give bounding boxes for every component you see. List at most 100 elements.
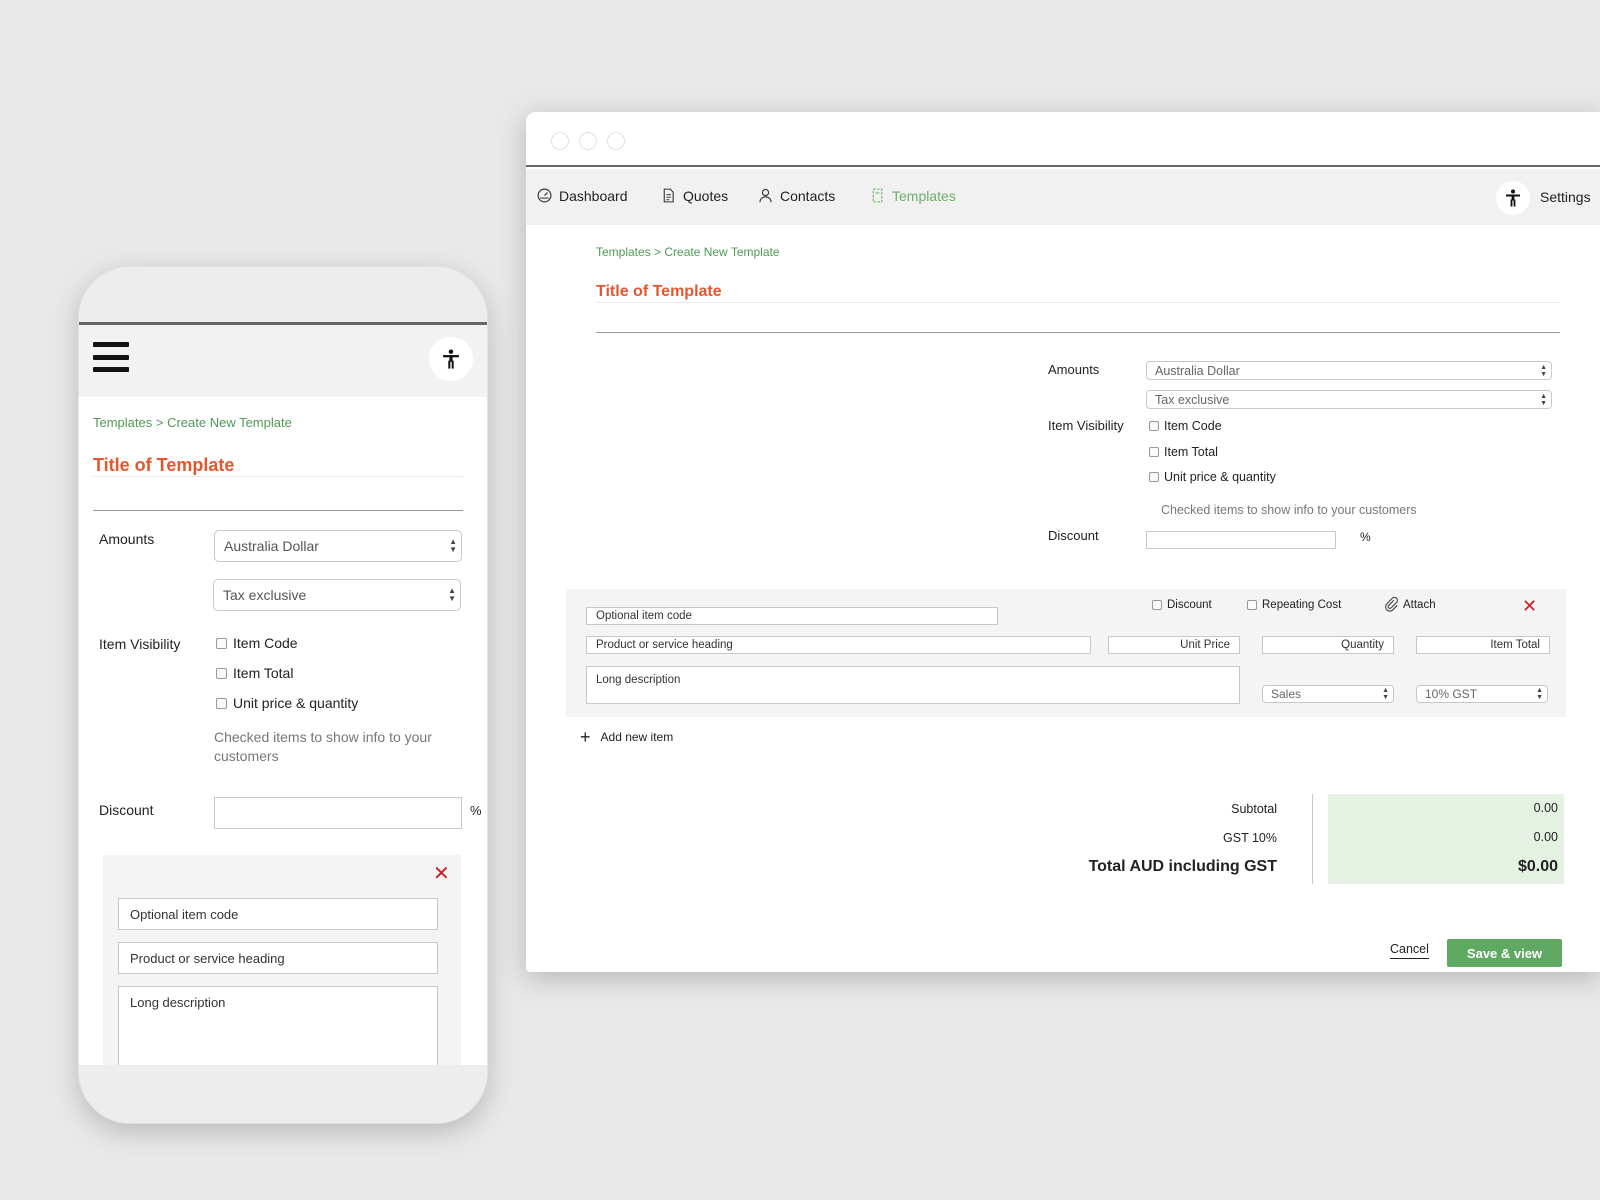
mobile-item-total-label: Item Total: [233, 665, 294, 681]
nav-templates[interactable]: Templates: [869, 187, 956, 204]
mobile-unit-price-quantity-checkbox[interactable]: [216, 697, 227, 709]
account-select[interactable]: Sales ▲ ▼: [1262, 685, 1394, 703]
item-total-label: Item Total: [1164, 445, 1218, 459]
nav-settings[interactable]: Settings: [1540, 189, 1591, 205]
remove-item-icon[interactable]: ✕: [1522, 596, 1537, 617]
unit-price-quantity-label: Unit price & quantity: [1164, 470, 1276, 484]
mobile-line-item-panel: ✕ Optional item code Product or service …: [103, 855, 461, 1065]
currency-select[interactable]: Australia Dollar ▲ ▼: [1146, 361, 1552, 380]
subtotal-label: Subtotal: [1231, 802, 1277, 816]
unit-price-placeholder: Unit Price: [1180, 639, 1230, 651]
tax-rate-value: 10% GST: [1425, 687, 1478, 701]
quantity-input[interactable]: Quantity: [1262, 636, 1394, 654]
plus-icon: +: [580, 727, 591, 747]
add-new-item-label: Add new item: [600, 730, 674, 744]
select-arrows-icon: ▲ ▼: [1540, 392, 1547, 407]
item-visibility-label: Item Visibility: [1048, 418, 1124, 433]
mobile-amounts-label: Amounts: [99, 531, 155, 547]
tax-mode-value: Tax exclusive: [1155, 392, 1230, 407]
mobile-discount-input[interactable]: [214, 797, 462, 829]
mobile-item-description-input[interactable]: Long description: [118, 986, 438, 1065]
item-code-checkbox[interactable]: [1149, 421, 1159, 431]
subtotal-value: 0.00: [1533, 801, 1558, 815]
mobile-item-description-placeholder: Long description: [130, 995, 226, 1010]
window-close-dot[interactable]: [551, 132, 569, 150]
mobile-screen: Templates > Create New Template Title of…: [79, 322, 487, 1065]
attach-label: Attach: [1403, 598, 1436, 611]
mobile-visibility-item-total[interactable]: Item Total: [216, 665, 293, 681]
accessibility-icon: [1506, 189, 1520, 207]
add-new-item-button[interactable]: + Add new item: [580, 727, 674, 747]
nav-contacts[interactable]: Contacts: [757, 187, 835, 204]
accessibility-button[interactable]: [1496, 181, 1530, 215]
mobile-visibility-item-code[interactable]: Item Code: [216, 635, 298, 651]
unit-price-input[interactable]: Unit Price: [1108, 636, 1240, 654]
nav-quotes[interactable]: Quotes: [660, 187, 728, 204]
window-maximize-dot[interactable]: [607, 132, 625, 150]
visibility-unit-price-quantity[interactable]: Unit price & quantity: [1149, 470, 1276, 484]
mobile-item-code-input[interactable]: Optional item code: [118, 898, 438, 930]
item-description-input[interactable]: Long description: [586, 666, 1240, 704]
mobile-accessibility-button[interactable]: [429, 337, 473, 381]
mobile-item-code-placeholder: Optional item code: [130, 906, 239, 922]
attach-button[interactable]: Attach: [1384, 597, 1436, 612]
cancel-button[interactable]: Cancel: [1390, 942, 1429, 959]
nav-contacts-label: Contacts: [780, 187, 836, 204]
visibility-item-code[interactable]: Item Code: [1149, 419, 1222, 433]
item-discount-option[interactable]: Discount: [1152, 599, 1212, 611]
tax-mode-select[interactable]: Tax exclusive ▲ ▼: [1146, 390, 1552, 409]
item-discount-checkbox[interactable]: [1152, 600, 1162, 610]
breadcrumb[interactable]: Templates > Create New Template: [596, 245, 780, 259]
item-code-input[interactable]: Optional item code: [586, 607, 998, 625]
unit-price-quantity-checkbox[interactable]: [1149, 472, 1159, 482]
save-and-view-button[interactable]: Save & view: [1447, 939, 1562, 967]
hamburger-menu-icon[interactable]: [93, 342, 129, 372]
item-description-placeholder: Long description: [596, 674, 681, 686]
mobile-visibility-hint: Checked items to show info to your custo…: [214, 729, 432, 764]
template-icon: [872, 188, 883, 203]
select-arrows-icon: ▲ ▼: [1382, 687, 1389, 701]
nav-quotes-label: Quotes: [683, 187, 729, 204]
select-arrows-icon: ▲ ▼: [1536, 687, 1543, 701]
mobile-tax-mode-select[interactable]: Tax exclusive ▲ ▼: [213, 579, 461, 611]
discount-input[interactable]: [1146, 531, 1336, 549]
mobile-item-code-label: Item Code: [233, 635, 298, 651]
item-total-checkbox[interactable]: [1149, 447, 1159, 457]
document-icon: [663, 188, 674, 203]
mobile-remove-item-icon[interactable]: ✕: [433, 861, 450, 886]
mobile-breadcrumb[interactable]: Templates > Create New Template: [93, 415, 292, 430]
gst-value: 0.00: [1533, 830, 1558, 844]
visibility-hint: Checked items to show info to your custo…: [1161, 503, 1417, 517]
template-title-label: Title of Template: [596, 283, 722, 300]
visibility-item-total[interactable]: Item Total: [1149, 445, 1218, 459]
tax-rate-select[interactable]: 10% GST ▲ ▼: [1416, 685, 1548, 703]
nav-dashboard-label: Dashboard: [559, 187, 628, 204]
item-heading-input[interactable]: Product or service heading: [586, 636, 1091, 654]
mobile-currency-value: Australia Dollar: [224, 538, 319, 554]
item-repeating-checkbox[interactable]: [1247, 600, 1257, 610]
mobile-currency-select[interactable]: Australia Dollar ▲ ▼: [214, 530, 462, 562]
quantity-placeholder: Quantity: [1341, 639, 1384, 651]
top-nav: Dashboard Quotes Contacts Templates Sett…: [526, 169, 1600, 225]
gauge-icon: [537, 188, 552, 203]
template-title-input[interactable]: [596, 332, 1560, 333]
discount-label: Discount: [1048, 528, 1099, 543]
mobile-discount-label: Discount: [99, 802, 154, 818]
item-total-placeholder: Item Total: [1490, 639, 1540, 651]
select-arrows-icon: ▲ ▼: [449, 537, 457, 554]
mobile-item-total-checkbox[interactable]: [216, 667, 227, 679]
person-icon: [759, 188, 772, 203]
mobile-header: [79, 325, 487, 397]
item-total-input[interactable]: Item Total: [1416, 636, 1550, 654]
mobile-device: Templates > Create New Template Title of…: [78, 266, 488, 1124]
nav-dashboard[interactable]: Dashboard: [536, 187, 628, 204]
window-minimize-dot[interactable]: [579, 132, 597, 150]
total-value: $0.00: [1517, 858, 1558, 875]
mobile-item-code-checkbox[interactable]: [216, 637, 227, 649]
mobile-item-heading-placeholder: Product or service heading: [130, 950, 285, 966]
mobile-visibility-unit-price-quantity[interactable]: Unit price & quantity: [216, 695, 358, 711]
mobile-template-title-label: Title of Template: [93, 455, 235, 475]
item-repeating-option[interactable]: Repeating Cost: [1247, 599, 1341, 611]
mobile-template-title-input[interactable]: [93, 510, 463, 511]
mobile-item-heading-input[interactable]: Product or service heading: [118, 942, 438, 974]
